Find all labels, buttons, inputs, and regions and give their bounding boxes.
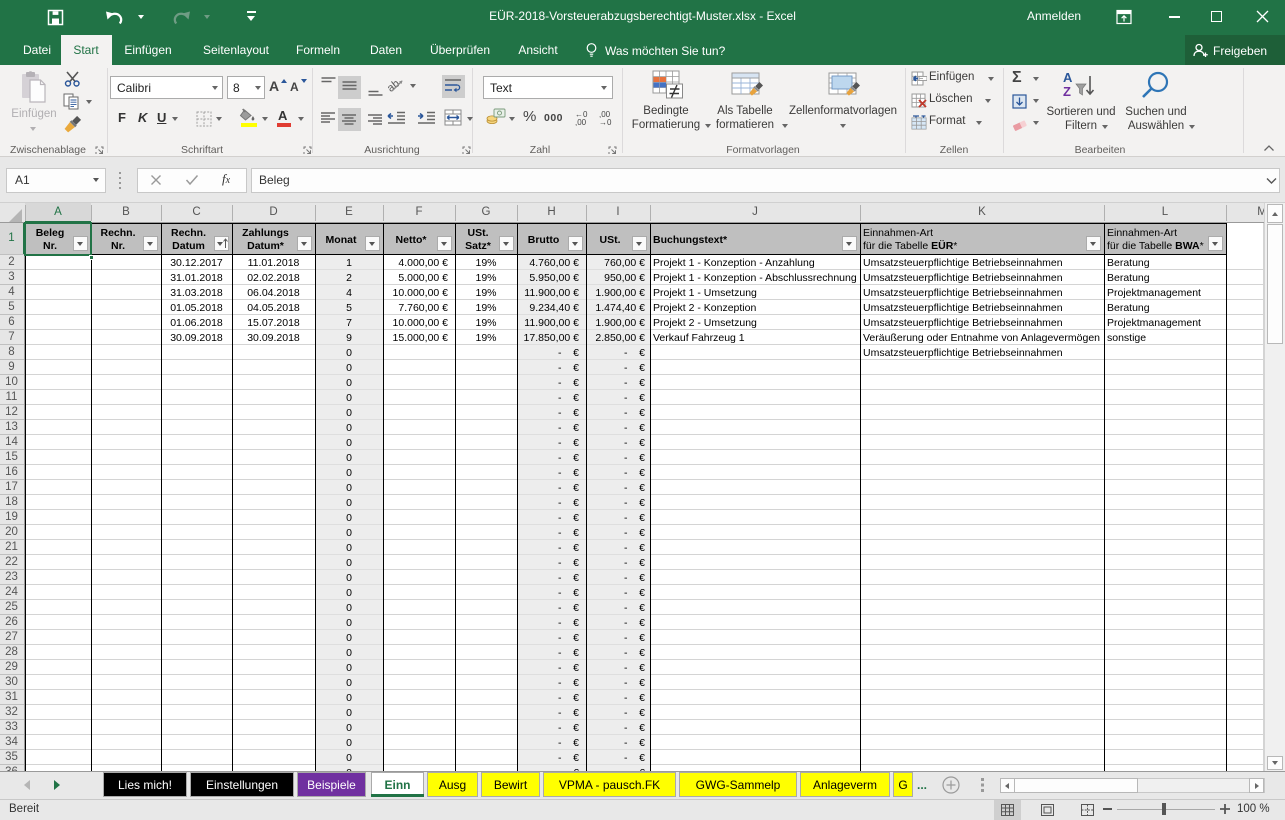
svg-text:ab: ab — [388, 78, 402, 94]
svg-text:Z: Z — [1063, 84, 1071, 99]
svg-text:,00: ,00 — [575, 118, 587, 126]
svg-text:A: A — [1063, 70, 1073, 85]
